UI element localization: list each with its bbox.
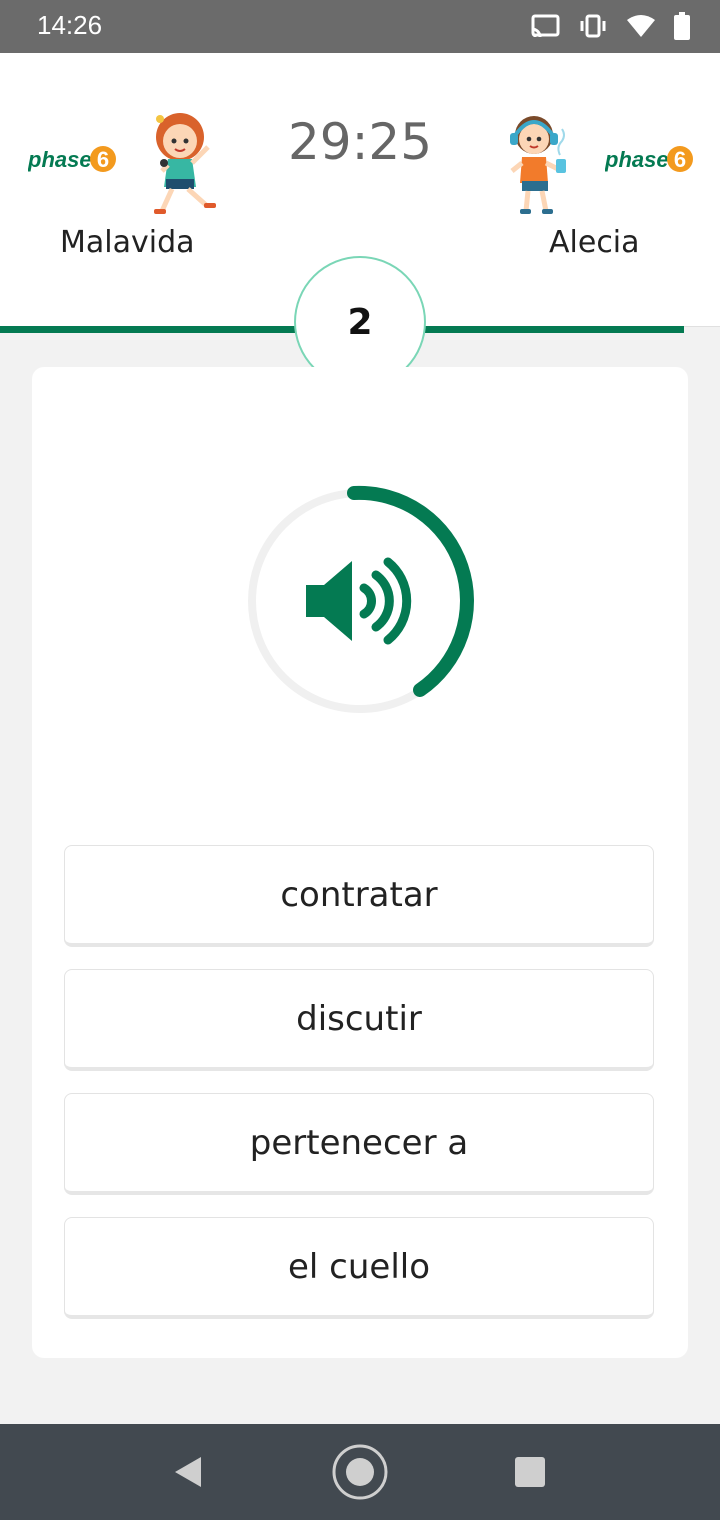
speaker-icon bbox=[306, 557, 412, 645]
vibrate-icon bbox=[580, 14, 606, 38]
status-time: 14:26 bbox=[37, 10, 103, 40]
back-button[interactable] bbox=[160, 1424, 216, 1520]
recents-button[interactable] bbox=[500, 1424, 560, 1520]
home-button[interactable] bbox=[330, 1424, 390, 1520]
question-card: contratar discutir pertenecer a el cuell… bbox=[32, 367, 688, 1358]
back-icon bbox=[175, 1457, 201, 1487]
svg-text:6: 6 bbox=[674, 147, 686, 172]
answer-option-3[interactable]: pertenecer a bbox=[64, 1093, 654, 1195]
answer-option-2[interactable]: discutir bbox=[64, 969, 654, 1071]
answer-option-1[interactable]: contratar bbox=[64, 845, 654, 947]
progress-line-right bbox=[420, 326, 684, 333]
wifi-icon bbox=[627, 15, 655, 37]
play-audio-button[interactable] bbox=[244, 485, 476, 717]
cast-icon bbox=[531, 14, 560, 38]
svg-text:phase: phase bbox=[605, 147, 669, 172]
home-icon bbox=[332, 1444, 388, 1500]
player-name-right: Alecia bbox=[549, 225, 640, 260]
player-avatar-boy bbox=[510, 116, 566, 214]
status-icons bbox=[530, 12, 690, 40]
system-nav-bar bbox=[0, 1424, 720, 1520]
progress-line-left bbox=[0, 326, 300, 333]
battery-icon bbox=[674, 12, 690, 40]
recents-icon bbox=[515, 1457, 545, 1487]
answer-option-4[interactable]: el cuello bbox=[64, 1217, 654, 1319]
player-name-left: Malavida bbox=[60, 225, 195, 260]
phase6-logo-right: phase 6 bbox=[605, 146, 693, 172]
status-bar: 14:26 bbox=[0, 0, 720, 53]
